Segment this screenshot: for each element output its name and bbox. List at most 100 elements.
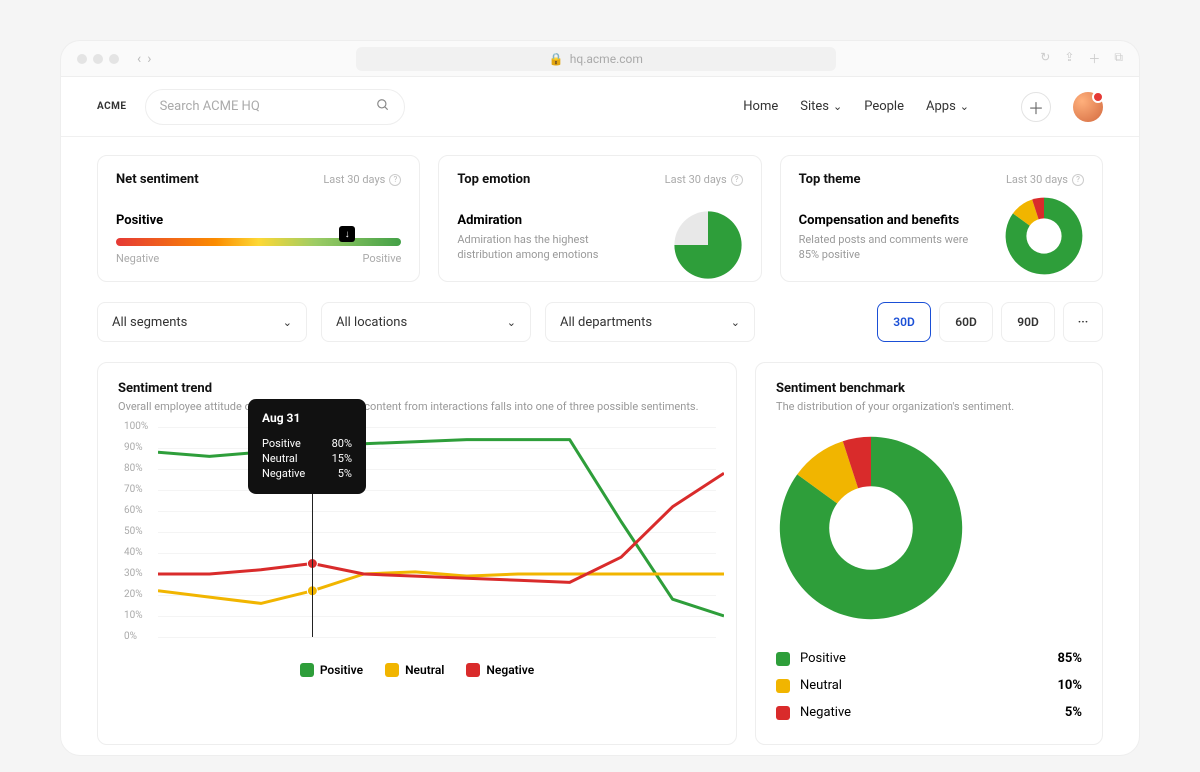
benchmark-legend: Positive85%Neutral10%Negative5%	[776, 645, 1082, 726]
forward-icon[interactable]: ›	[147, 51, 151, 67]
bench-value: 10%	[1057, 678, 1082, 693]
plus-icon: ＋	[1028, 95, 1044, 119]
nav-label: Home	[743, 99, 778, 114]
nav-people[interactable]: People	[864, 99, 904, 114]
benchmark-row: Neutral10%	[776, 672, 1082, 699]
panel-title: Sentiment benchmark	[776, 381, 1082, 396]
panel-row: Sentiment trend Overall employee attitud…	[97, 362, 1103, 745]
y-tick: 0%	[124, 631, 137, 642]
period-text: Last 30 days	[323, 173, 385, 186]
help-icon[interactable]: ?	[389, 174, 401, 186]
filter-segments[interactable]: All segments⌄	[97, 302, 307, 342]
card-title: Net sentiment	[116, 172, 199, 187]
swatch	[776, 652, 790, 666]
card-top-theme: Top theme Last 30 days? Compensation and…	[780, 155, 1103, 282]
sentiment-gradient: ↓	[116, 238, 401, 246]
benchmark-row: Negative5%	[776, 699, 1082, 726]
y-tick: 20%	[124, 589, 143, 600]
traffic-dot	[93, 54, 103, 64]
chevron-down-icon: ⌄	[507, 316, 516, 329]
range-30d[interactable]: 30D	[877, 302, 931, 342]
swatch	[776, 706, 790, 720]
card-period[interactable]: Last 30 days?	[323, 173, 401, 186]
theme-donut	[1004, 196, 1084, 276]
new-tab-icon[interactable]: ＋	[1088, 50, 1100, 67]
filter-departments[interactable]: All departments⌄	[545, 302, 755, 342]
swatch	[300, 663, 314, 677]
gradient-marker: ↓	[339, 226, 355, 242]
chevron-down-icon: ⌄	[833, 100, 842, 113]
theme-desc: Related posts and comments were 85% posi…	[799, 232, 969, 263]
tooltip-row: Positive80%	[262, 437, 352, 450]
legend-label: Positive	[320, 663, 363, 677]
legend-positive: Positive	[300, 663, 363, 677]
card-period[interactable]: Last 30 days?	[665, 173, 743, 186]
url-text: hq.acme.com	[570, 52, 643, 66]
panel-benchmark: Sentiment benchmark The distribution of …	[755, 362, 1103, 745]
filter-locations[interactable]: All locations ⌄	[321, 302, 531, 342]
card-net-sentiment: Net sentiment Last 30 days? Positive ↓ N…	[97, 155, 420, 282]
net-sentiment-value: Positive	[116, 213, 401, 228]
tooltip-date: Aug 31	[262, 411, 352, 425]
y-tick: 60%	[124, 505, 143, 516]
back-icon[interactable]: ‹	[137, 51, 141, 67]
help-icon[interactable]: ?	[1072, 174, 1084, 186]
legend-label: Neutral	[405, 663, 444, 677]
share-icon[interactable]: ⇪	[1064, 50, 1074, 67]
add-button[interactable]: ＋	[1021, 92, 1051, 122]
range-60d[interactable]: 60D	[939, 302, 993, 342]
nav-arrows: ‹ ›	[137, 51, 151, 67]
filter-row: All segments⌄ All locations ⌄ All departm…	[97, 302, 1103, 342]
traffic-dot	[109, 54, 119, 64]
panel-trend: Sentiment trend Overall employee attitud…	[97, 362, 737, 745]
trend-legend: Positive Neutral Negative	[118, 663, 716, 677]
tabs-icon[interactable]: ⧉	[1114, 50, 1123, 67]
chevron-down-icon: ⌄	[731, 316, 740, 329]
card-period[interactable]: Last 30 days?	[1006, 173, 1084, 186]
select-value: All locations	[336, 315, 407, 330]
nav-label: People	[864, 99, 904, 114]
chevron-down-icon: ⌄	[283, 316, 292, 329]
trend-chart[interactable]: 0%10%20%30%40%50%60%70%80%90%100% 👆 Aug …	[124, 427, 716, 657]
benchmark-row: Positive85%	[776, 645, 1082, 672]
nav-home[interactable]: Home	[743, 99, 778, 114]
nav-apps[interactable]: Apps⌄	[926, 99, 969, 114]
period-text: Last 30 days	[665, 173, 727, 186]
kpi-row: Net sentiment Last 30 days? Positive ↓ N…	[97, 155, 1103, 282]
window-controls	[77, 54, 119, 64]
benchmark-donut	[776, 433, 966, 623]
nav-label: Sites	[800, 99, 829, 114]
card-title: Top emotion	[457, 172, 530, 187]
primary-nav: Home Sites ⌄ People Apps⌄ ＋	[743, 92, 1103, 122]
avatar[interactable]	[1073, 92, 1103, 122]
y-tick: 30%	[124, 568, 143, 579]
range-more[interactable]: ···	[1063, 302, 1103, 342]
nav-label: Apps	[926, 99, 956, 114]
card-top-emotion: Top emotion Last 30 days? Admiration Adm…	[438, 155, 761, 282]
panel-title: Sentiment trend	[118, 381, 716, 396]
emotion-pie	[673, 210, 743, 280]
legend-negative: Negative	[466, 663, 534, 677]
dashboard-body: Net sentiment Last 30 days? Positive ↓ N…	[61, 137, 1139, 756]
nav-sites[interactable]: Sites ⌄	[800, 99, 842, 114]
bench-value: 85%	[1057, 651, 1082, 666]
tooltip-row: Neutral15%	[262, 452, 352, 465]
range-group: 30D 60D 90D ···	[877, 302, 1103, 342]
search-placeholder: Search ACME HQ	[160, 99, 260, 114]
lock-icon: 🔒	[549, 52, 564, 66]
range-90d[interactable]: 90D	[1001, 302, 1055, 342]
y-tick: 100%	[124, 421, 148, 432]
panel-desc: The distribution of your organization's …	[776, 400, 1082, 413]
y-tick: 90%	[124, 442, 143, 453]
search-icon	[376, 98, 390, 116]
history-icon[interactable]: ↻	[1040, 50, 1050, 67]
url-bar[interactable]: 🔒 hq.acme.com	[356, 47, 836, 71]
traffic-dot	[77, 54, 87, 64]
help-icon[interactable]: ?	[731, 174, 743, 186]
legend-label: Negative	[486, 663, 534, 677]
swatch	[466, 663, 480, 677]
gradient-pos-label: Positive	[362, 252, 401, 265]
app-topbar: ACME Search ACME HQ Home Sites⌄ People A…	[61, 77, 1139, 137]
trend-tooltip: Aug 31 Positive80%Neutral15%Negative5%	[248, 399, 366, 494]
search-input[interactable]: Search ACME HQ	[145, 89, 405, 125]
